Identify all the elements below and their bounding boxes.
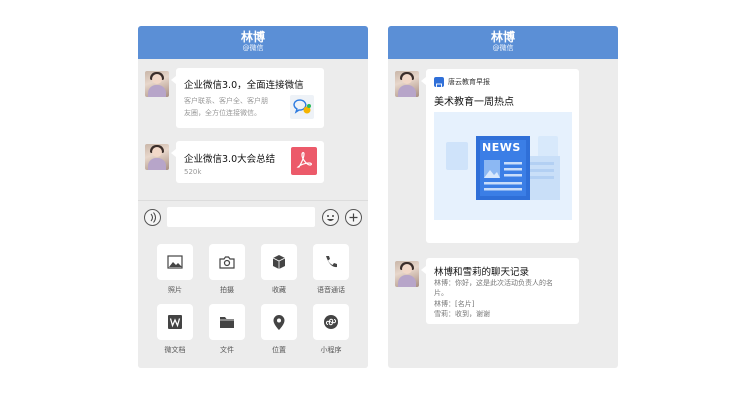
message-title: 企业微信3.0，全面连接微信 [184,80,304,91]
plus-icon[interactable] [345,209,362,226]
voice-icon[interactable] [144,209,161,226]
folder-icon [209,304,245,340]
news-cover-image: NEWS [434,112,572,220]
chat-record-title: 林博和雪莉的聊天记录 [434,267,530,278]
tool-label: 位置 [272,346,286,354]
chat-record-line: 林博：[名片] [434,300,475,308]
tool-camera[interactable]: 拍摄 [208,244,246,295]
chat-record-line: 林博：你好，这是此次活动负责人的名 [434,279,553,287]
pdf-icon [291,147,317,175]
chat-subtitle: @微信 [242,44,264,52]
tool-file[interactable]: 文件 [208,304,246,355]
message-link-card[interactable]: 企业微信3.0，全面连接微信 客户联系、客户全、客户朋 友圈，全方位连接微信。 [171,68,324,128]
phone-icon [313,244,349,280]
message-desc-line: 友圈，全方位连接微信。 [184,109,261,117]
tool-label: 文件 [220,346,234,354]
article-card[interactable]: 唐云教育早报 美术教育一周热点 NEWS [421,69,579,243]
image-icon [157,244,193,280]
chat-bubbles-icon [290,95,314,119]
w-doc-icon [157,304,193,340]
chat-title: 林博 [490,30,515,44]
chat-record-line: 片。 [434,289,448,297]
tool-label: 照片 [168,286,182,294]
file-title: 企业微信3.0大会总结 [184,154,276,165]
avatar[interactable] [145,71,169,97]
tool-label: 收藏 [272,286,286,294]
location-pin-icon [261,304,297,340]
chat-record-card[interactable]: 林博和雪莉的聊天记录 林博：你好，这是此次活动负责人的名 片。 林博：[名片] … [421,258,579,324]
tool-wedoc[interactable]: 微文档 [156,304,194,355]
camera-icon [209,244,245,280]
file-size: 520k [184,168,202,176]
news-badge: NEWS [482,141,521,154]
tool-label: 小程序 [320,346,342,354]
publisher-icon [434,77,444,91]
tool-photo[interactable]: 照片 [156,244,194,295]
right-chat-screen: 林博 @微信 唐云教育早报 美术教育一周热点 NEWS 林博和雪莉的聊天记录 林… [388,26,618,368]
tool-location[interactable]: 位置 [260,304,298,355]
more-tools-panel: 照片 拍摄 收藏 语音通话 微文档 文件 位置 小程序 [138,234,368,368]
tool-label: 微文档 [164,346,186,354]
tool-label: 语音通话 [317,286,345,294]
publisher-name: 唐云教育早报 [448,78,490,86]
left-chat-screen: 林博 @微信 企业微信3.0，全面连接微信 客户联系、客户全、客户朋 友圈，全方… [138,26,368,368]
avatar[interactable] [145,144,169,170]
chat-header: 林博 @微信 [138,26,368,59]
chat-record-line: 雪莉：收到，谢谢 [434,310,490,318]
emoji-icon[interactable] [322,209,339,226]
message-input[interactable] [167,207,315,227]
mini-program-icon [313,304,349,340]
avatar[interactable] [395,71,419,97]
cube-icon [261,244,297,280]
chat-subtitle: @微信 [492,44,514,52]
chat-header: 林博 @微信 [388,26,618,59]
tool-label: 拍摄 [220,286,234,294]
avatar[interactable] [395,261,419,287]
tool-favorites[interactable]: 收藏 [260,244,298,295]
article-title: 美术教育一周热点 [434,97,514,108]
input-bar [138,200,368,235]
tool-mini-program[interactable]: 小程序 [312,304,350,355]
message-desc-line: 客户联系、客户全、客户朋 [184,97,268,105]
chat-title: 林博 [240,30,265,44]
message-file-card[interactable]: 企业微信3.0大会总结 520k [171,141,324,183]
tool-voice-call[interactable]: 语音通话 [312,244,350,295]
